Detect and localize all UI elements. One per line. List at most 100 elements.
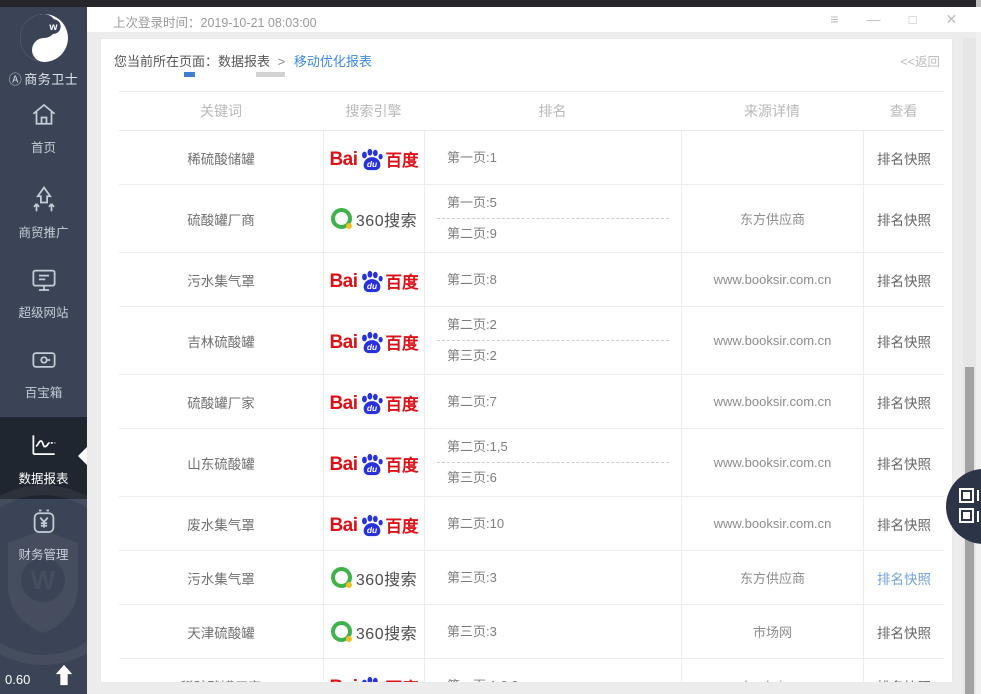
rank-cell: 第一页:1 — [424, 131, 681, 184]
table-row: 稀硫酸储罐 Bai du 百度 第一页:1 排名快照 — [119, 131, 944, 185]
keyword-cell: 污水集气罩 — [119, 551, 323, 604]
back-link[interactable]: <<返回 — [900, 51, 940, 70]
ranking-table: 关键词 搜索引擎 排名 来源详情 查看 稀硫酸储罐 Bai du 百度 第一页:… — [119, 91, 944, 683]
source-cell: www.booksir.com.cn — [681, 253, 863, 306]
rank-value: 第三页:3 — [437, 622, 669, 642]
sidebar-item-promotion[interactable]: 商贸推广 — [0, 185, 87, 241]
sidebar-item-toolbox[interactable]: 百宝箱 — [0, 345, 87, 401]
baidu-logo: Bai du 百度 — [329, 673, 418, 684]
360-label-text: 360搜索 — [356, 620, 417, 644]
table-header: 关键词 搜索引擎 排名 来源详情 查看 — [119, 91, 944, 131]
maximize-icon[interactable]: □ — [893, 10, 932, 29]
rank-cell: 第三页:3 — [424, 605, 681, 658]
minimize-icon[interactable]: — — [854, 10, 893, 29]
baidu-logo: Bai du 百度 — [329, 389, 418, 415]
engine-cell: Bai du 百度 — [323, 659, 424, 683]
close-icon[interactable]: ✕ — [932, 10, 971, 29]
rank-cell: 第二页:7 — [424, 375, 681, 428]
baidu-paw-icon: du — [359, 675, 385, 684]
baidu-latin-text: Bai — [329, 677, 357, 684]
rank-divider — [437, 218, 669, 219]
baidu-paw-icon: du — [359, 452, 385, 478]
engine-cell: Bai du 百度 — [323, 307, 424, 374]
table-row: 废水集气罩 Bai du 百度 第二页:10www.booksir.com.cn… — [119, 497, 944, 551]
baidu-paw-icon: du — [359, 330, 385, 356]
table-row: 吉林硫酸罐 Bai du 百度 第二页:2第三页:2www.booksir.co… — [119, 307, 944, 375]
strip-end-fragment — [976, 0, 981, 7]
svg-text:du: du — [366, 159, 376, 169]
breadcrumb-prefix: 您当前所在页面：数据报表 — [114, 54, 270, 69]
rank-value: 第二页:7 — [437, 392, 669, 412]
snapshot-link[interactable]: 排名快照 — [877, 568, 931, 588]
keyword-cell: 山东硫酸罐 — [119, 429, 323, 496]
engine-cell: 360搜索 — [323, 605, 424, 658]
baidu-cn-text: 百度 — [386, 330, 419, 354]
source-cell: www.booksir.com.cn — [681, 497, 863, 550]
engine-cell: Bai du 百度 — [323, 429, 424, 496]
table-body: 稀硫酸储罐 Bai du 百度 第一页:1排名快照硫酸罐厂商 360搜索 第一页… — [119, 131, 944, 683]
snapshot-link[interactable]: 排名快照 — [877, 453, 931, 473]
view-cell: 排名快照 — [863, 551, 944, 604]
baidu-paw-icon: du — [359, 513, 385, 539]
rank-value: 第二页:8 — [437, 270, 669, 290]
view-cell: 排名快照 — [863, 307, 944, 374]
view-cell: 排名快照 — [863, 497, 944, 550]
sidebar-item-label: 百宝箱 — [0, 382, 87, 401]
baidu-logo: Bai du 百度 — [329, 267, 418, 293]
keyword-cell: 稀硫酸储罐 — [119, 131, 323, 184]
table-row: 稀硫酸罐厂家 Bai du 百度 第一页:1,2,8www.booksir.co… — [119, 659, 944, 683]
content-area: 您当前所在页面：数据报表 > 移动优化报表 <<返回 关键词 搜索引擎 排名 来… — [87, 32, 981, 694]
snapshot-link[interactable]: 排名快照 — [877, 676, 931, 684]
engine-cell: 360搜索 — [323, 551, 424, 604]
snapshot-link[interactable]: 排名快照 — [877, 514, 931, 534]
snapshot-link[interactable]: 排名快照 — [877, 148, 931, 168]
source-cell: 东方供应商 — [681, 551, 863, 604]
snapshot-link[interactable]: 排名快照 — [877, 209, 931, 229]
breadcrumb-current-link[interactable]: 移动优化报表 — [294, 54, 372, 69]
breadcrumb-separator: > — [278, 54, 286, 69]
source-cell: 市场网 — [681, 605, 863, 658]
baidu-cn-text: 百度 — [386, 675, 419, 684]
source-cell: www.booksir.com.cn — [681, 307, 863, 374]
sidebar-item-label: 首页 — [0, 137, 87, 156]
snapshot-link[interactable]: 排名快照 — [877, 331, 931, 351]
last-login-text: 上次登录时间：2019-10-21 08:03:00 — [113, 12, 317, 31]
clipped-tab-fragment-gray — [256, 72, 285, 77]
baidu-cn-text: 百度 — [386, 269, 419, 293]
sidebar-item-website[interactable]: 超级网站 — [0, 265, 87, 321]
engine-cell: Bai du 百度 — [323, 375, 424, 428]
rank-divider — [437, 462, 669, 463]
source-cell: 东方供应商 — [681, 185, 863, 252]
snapshot-link[interactable]: 排名快照 — [877, 622, 931, 642]
back-to-top-arrow-icon[interactable] — [53, 663, 75, 687]
rank-cell: 第一页:5第二页:9 — [424, 185, 681, 252]
view-cell: 排名快照 — [863, 375, 944, 428]
rank-cell: 第二页:2第三页:2 — [424, 307, 681, 374]
rank-value: 第三页:2 — [437, 346, 669, 366]
snapshot-link[interactable]: 排名快照 — [877, 270, 931, 290]
keyword-cell: 废水集气罩 — [119, 497, 323, 550]
svg-text:du: du — [366, 342, 376, 352]
sidebar-item-home[interactable]: 首页 — [0, 100, 87, 156]
menu-icon[interactable]: ≡ — [815, 10, 854, 29]
baidu-cn-text: 百度 — [386, 513, 419, 537]
table-row: 山东硫酸罐 Bai du 百度 第二页:1,5第三页:6www.booksir.… — [119, 429, 944, 497]
rank-value: 第二页:9 — [437, 224, 669, 244]
view-cell: 排名快照 — [863, 185, 944, 252]
baidu-paw-icon: du — [359, 269, 385, 295]
keyword-cell: 吉林硫酸罐 — [119, 307, 323, 374]
rank-divider — [437, 340, 669, 341]
baidu-logo: Bai du 百度 — [329, 145, 418, 171]
source-cell: www.booksir.com.cn — [681, 659, 863, 683]
keyword-cell: 稀硫酸罐厂家 — [119, 659, 323, 683]
snapshot-link[interactable]: 排名快照 — [877, 392, 931, 412]
svg-text:du: du — [366, 525, 376, 535]
rank-cell: 第二页:1,5第三页:6 — [424, 429, 681, 496]
sidebar-item-label: 超级网站 — [0, 302, 87, 321]
table-row: 硫酸罐厂商 360搜索 第一页:5第二页:9东方供应商排名快照 — [119, 185, 944, 253]
keyword-cell: 天津硫酸罐 — [119, 605, 323, 658]
window-edge — [976, 32, 981, 694]
monitor-icon — [29, 265, 59, 295]
360-label-text: 360搜索 — [356, 566, 417, 590]
active-item-notch — [78, 447, 87, 465]
